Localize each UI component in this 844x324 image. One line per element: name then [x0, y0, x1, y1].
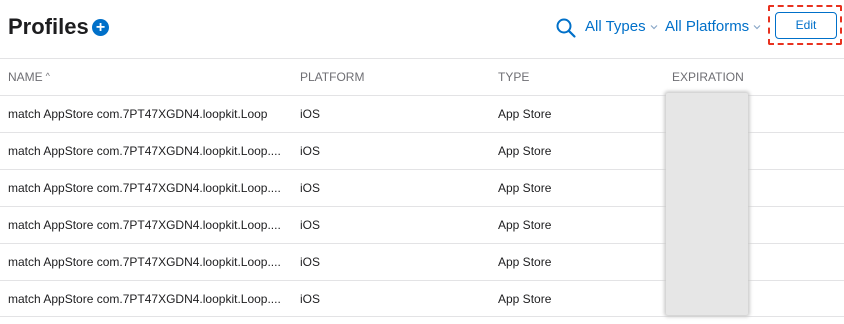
- profile-platform: iOS: [300, 181, 321, 195]
- profile-platform: iOS: [300, 218, 321, 232]
- profile-type: App Store: [498, 107, 552, 121]
- column-header-expiration[interactable]: EXPIRATION: [672, 59, 832, 95]
- column-header-platform[interactable]: PLATFORM: [300, 59, 480, 95]
- profile-name[interactable]: match AppStore com.7PT47XGDN4.loopkit.Lo…: [8, 207, 288, 243]
- profile-platform: iOS: [300, 144, 321, 158]
- add-profile-icon[interactable]: +: [92, 19, 109, 36]
- table-header-row: NAME ^ PLATFORM TYPE EXPIRATION: [0, 58, 844, 95]
- expiration-redaction: [666, 93, 748, 315]
- profile-type: App Store: [498, 218, 552, 232]
- column-header-name[interactable]: NAME ^: [8, 59, 288, 95]
- profile-type: App Store: [498, 144, 552, 158]
- page-title: Profiles: [8, 14, 89, 39]
- profile-platform: iOS: [300, 292, 321, 306]
- sort-ascending-icon: ^: [45, 71, 50, 81]
- chevron-down-icon: [650, 25, 658, 30]
- chevron-down-icon: [753, 25, 761, 30]
- profile-type: App Store: [498, 292, 552, 306]
- profile-platform: iOS: [300, 255, 321, 269]
- profile-name[interactable]: match AppStore com.7PT47XGDN4.loopkit.Lo…: [8, 96, 288, 132]
- profile-name[interactable]: match AppStore com.7PT47XGDN4.loopkit.Lo…: [8, 170, 288, 206]
- profile-platform: iOS: [300, 107, 321, 121]
- profile-name[interactable]: match AppStore com.7PT47XGDN4.loopkit.Lo…: [8, 244, 288, 280]
- edit-button[interactable]: Edit: [775, 12, 837, 39]
- profile-name[interactable]: match AppStore com.7PT47XGDN4.loopkit.Lo…: [8, 281, 288, 317]
- filter-platforms-label: All Platforms: [665, 18, 750, 35]
- column-header-name-label: NAME: [8, 70, 43, 84]
- page-header: Profiles + All Types All Platforms Edit: [0, 0, 844, 58]
- search-icon[interactable]: [555, 17, 577, 39]
- filter-types-label: All Types: [585, 18, 646, 35]
- profile-type: App Store: [498, 181, 552, 195]
- profile-type: App Store: [498, 255, 552, 269]
- profile-name[interactable]: match AppStore com.7PT47XGDN4.loopkit.Lo…: [8, 133, 288, 169]
- column-header-type[interactable]: TYPE: [498, 59, 658, 95]
- filter-types-dropdown[interactable]: All Types: [585, 17, 658, 37]
- filter-platforms-dropdown[interactable]: All Platforms: [665, 17, 761, 37]
